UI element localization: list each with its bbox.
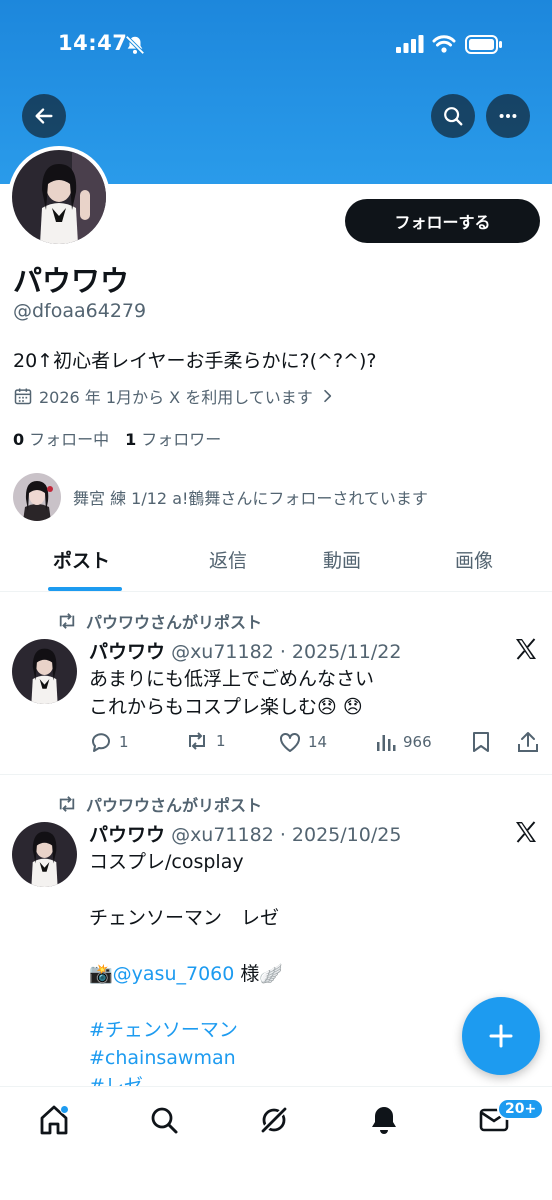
views-icon — [377, 735, 396, 751]
status-bar: 14:47 — [0, 0, 552, 90]
reply-button[interactable]: 1 — [89, 731, 129, 753]
status-time: 14:47 — [58, 31, 128, 55]
share-button[interactable] — [517, 731, 539, 753]
more-icon — [499, 113, 517, 119]
like-button[interactable]: 14 — [278, 731, 327, 753]
compose-plus-icon — [489, 1024, 513, 1048]
post-avatar[interactable] — [12, 639, 77, 704]
repost-icon — [59, 796, 75, 812]
followers-link[interactable]: 1 フォロワー — [125, 426, 221, 450]
bell-off-icon — [125, 35, 145, 55]
post-text-line: これからもコスプレ楽しむ😞 😞 — [89, 696, 363, 718]
back-arrow-icon — [35, 108, 53, 124]
camera-emoji: 📸 — [89, 963, 113, 985]
reply-count: 1 — [119, 733, 129, 751]
profile-name: パウワウ — [13, 264, 130, 298]
back-button[interactable] — [22, 94, 66, 138]
battery-icon — [465, 35, 502, 54]
tab-images[interactable]: 画像 — [455, 546, 493, 573]
repost-label: パウワウさんがリポスト — [86, 796, 263, 815]
repost-label: パウワウさんがリポスト — [86, 613, 263, 632]
repost-icon — [59, 613, 75, 629]
followed-by-text: 舞宮 練 1/12 a!鶴舞さんにフォローされています — [73, 489, 428, 508]
hashtag-link[interactable]: #チェンソーマン — [89, 1016, 519, 1044]
search-icon — [444, 107, 463, 126]
signal-icon — [396, 35, 424, 53]
profile-handle: @dfoaa64279 — [13, 300, 147, 322]
search-button[interactable] — [431, 94, 475, 138]
tab-videos[interactable]: 動画 — [323, 546, 361, 573]
bookmark-icon — [473, 732, 489, 752]
post-header: パウワウ @xu71182 · 2025/11/22 — [89, 637, 401, 664]
following-count: 0 — [13, 430, 25, 449]
post-meta: @xu71182 · 2025/10/25 — [171, 824, 402, 846]
follow-stats: 0 フォロー中 1 フォロワー — [13, 426, 221, 450]
post-text-blank — [89, 932, 519, 960]
post-author-name[interactable]: パウワウ — [89, 824, 165, 846]
post-text-line: コスプレ/cosplay — [89, 851, 244, 873]
share-icon — [518, 732, 538, 752]
avatar-photo — [12, 150, 106, 244]
views-button[interactable]: 966 — [375, 731, 432, 753]
notifications-icon[interactable] — [367, 1103, 401, 1137]
like-count: 14 — [308, 733, 328, 751]
repost-context: パウワウさんがリポスト — [56, 792, 262, 816]
grok-icon[interactable] — [257, 1103, 291, 1137]
following-label: フォロー中 — [29, 430, 110, 449]
hashtag-link[interactable]: #chainsawman — [89, 1044, 519, 1072]
post-avatar[interactable] — [12, 822, 77, 887]
post-text-blank — [89, 988, 519, 1016]
followers-label: フォロワー — [141, 430, 222, 449]
x-logo-icon — [516, 638, 536, 660]
post-text-mention-line: 📸@yasu_7060 様🪽 — [89, 960, 519, 988]
post-text-blank — [89, 876, 519, 904]
post-header: パウワウ @xu71182 · 2025/10/25 — [89, 820, 401, 847]
bookmark-button[interactable] — [471, 731, 491, 753]
active-tab-indicator — [48, 587, 122, 591]
chevron-right-icon — [323, 389, 331, 403]
profile-bio: 20↑初心者レイヤーお手柔らかに?(^?^)? — [13, 350, 377, 372]
post-text: あまりにも低浮上でごめんなさい これからもコスプレ楽しむ😞 😞 — [89, 665, 519, 721]
post-text-line: あまりにも低浮上でごめんなさい — [89, 668, 375, 690]
tab-replies[interactable]: 返信 — [209, 546, 247, 573]
follower-avatar — [13, 473, 61, 521]
followed-by[interactable]: 舞宮 練 1/12 a!鶴舞さんにフォローされています — [13, 473, 428, 521]
mention-link[interactable]: @yasu_7060 — [113, 963, 235, 985]
home-unread-dot — [60, 1105, 69, 1114]
explore-icon[interactable] — [147, 1103, 181, 1137]
followers-count: 1 — [125, 430, 137, 449]
more-button[interactable] — [486, 94, 530, 138]
repost-count: 1 — [216, 732, 226, 750]
profile-tabs: ポスト 返信 動画 画像 — [0, 538, 552, 592]
calendar-icon — [14, 388, 32, 405]
follow-button[interactable]: フォローする — [345, 199, 540, 243]
views-count: 966 — [403, 733, 432, 751]
post-item[interactable]: パウワウさんがリポスト パウワウ @xu71182 · 2025/11/22 あ… — [0, 592, 552, 775]
reply-icon — [92, 733, 110, 752]
messages-badge: 20+ — [497, 1098, 545, 1120]
following-link[interactable]: 0 フォロー中 — [13, 426, 109, 450]
post-meta: @xu71182 · 2025/11/22 — [171, 641, 402, 663]
bottom-nav: 20+ — [0, 1086, 552, 1200]
repost-icon — [189, 732, 205, 750]
joined-date[interactable]: 2026 年 1月から X を利用しています — [13, 384, 335, 408]
post-text-line: チェンソーマン レゼ — [89, 907, 280, 929]
repost-button[interactable]: 1 — [184, 731, 226, 751]
compose-button[interactable] — [462, 997, 540, 1075]
post-author-name[interactable]: パウワウ — [89, 641, 165, 663]
wifi-icon — [432, 35, 456, 53]
profile-avatar[interactable] — [8, 146, 110, 248]
x-logo-icon — [516, 821, 536, 843]
mention-suffix: 様🪽 — [234, 963, 284, 985]
joined-text: 2026 年 1月から X を利用しています — [39, 388, 313, 407]
post-text: コスプレ/cosplay チェンソーマン レゼ 📸@yasu_7060 様🪽 #… — [89, 848, 519, 1100]
repost-context: パウワウさんがリポスト — [56, 609, 262, 633]
like-icon — [280, 732, 300, 752]
post-actions: 1 1 14 966 — [89, 731, 541, 761]
tab-posts[interactable]: ポスト — [53, 546, 110, 573]
